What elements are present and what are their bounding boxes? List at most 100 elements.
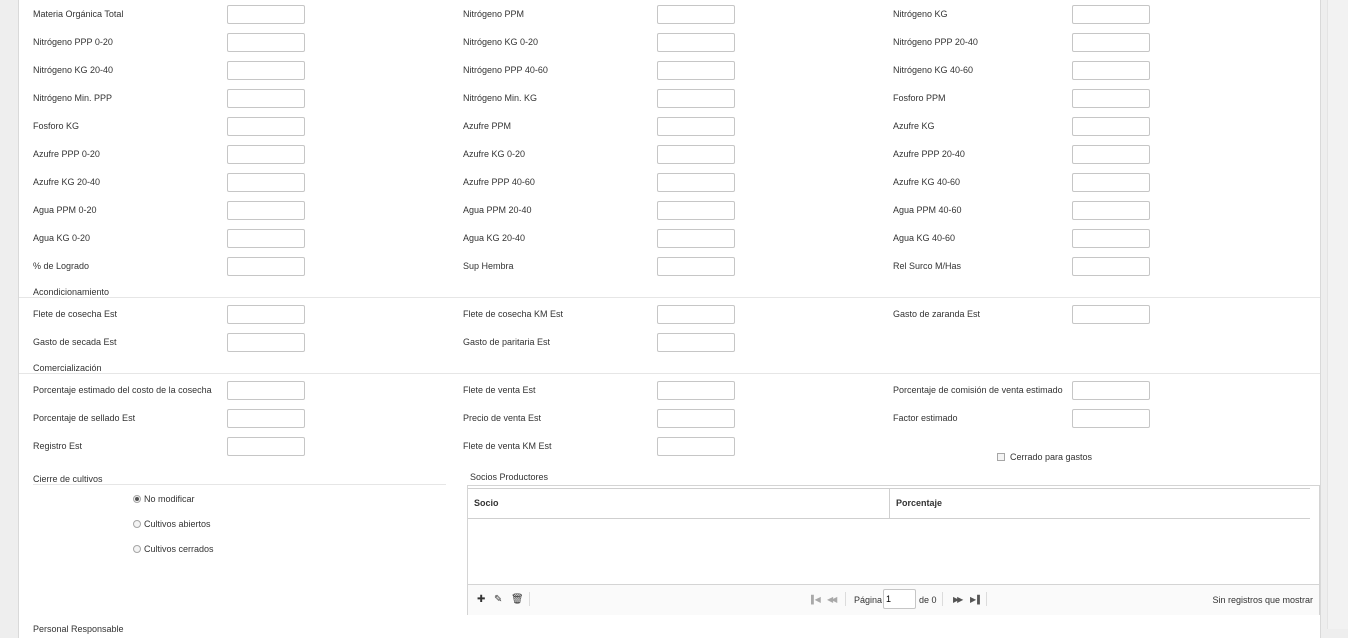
radio-cultivos-abiertos[interactable]: Cultivos abiertos — [133, 517, 211, 531]
cerrado-gastos-checkbox[interactable]: Cerrado para gastos — [997, 451, 1092, 463]
field-label: Sup Hembra — [463, 261, 514, 271]
precio-de-venta-est-input[interactable] — [657, 409, 735, 428]
flete-de-venta-est-input[interactable] — [657, 381, 735, 400]
azufre-kg-20-40-input[interactable] — [227, 173, 305, 192]
field-sup-hembra: Sup Hembra — [449, 250, 879, 278]
flete-de-venta-km-est-input[interactable] — [657, 437, 735, 456]
field-nitrogeno-kg-20-40: Nitrógeno KG 20-40 — [19, 54, 449, 82]
first-page-icon[interactable]: ▌◀ — [811, 593, 821, 607]
field-flete-de-venta-est: Flete de venta Est — [449, 374, 879, 402]
field-fosforo-kg: Fosforo KG — [19, 110, 449, 138]
radio-button[interactable] — [133, 494, 141, 503]
nitrogeno-min-ppp-input[interactable] — [227, 89, 305, 108]
field-label: Materia Orgánica Total — [33, 9, 124, 19]
form-row: Porcentaje de sellado Est Precio de venta… — [19, 402, 1320, 430]
flete-de-cosecha-est-input[interactable] — [227, 305, 305, 324]
field-label: Flete de venta KM Est — [463, 441, 552, 451]
nitrogeno-ppp-0-20-input[interactable] — [227, 33, 305, 52]
agua-kg-0-20-input[interactable] — [227, 229, 305, 248]
agua-ppm-40-60-input[interactable] — [1072, 201, 1150, 220]
field-porcentaje-de-comision-de-venta-estimado: Porcentaje de comisión de venta estimado — [879, 374, 1309, 402]
agua-kg-20-40-input[interactable] — [657, 229, 735, 248]
de-logrado-input[interactable] — [227, 257, 305, 276]
materia-organica-total-input[interactable] — [227, 5, 305, 24]
page-scrollbar[interactable] — [1327, 0, 1348, 629]
checkbox-box[interactable] — [997, 452, 1005, 461]
next-page-icon[interactable]: ▶▶ — [953, 593, 963, 607]
rel-surco-m-has-input[interactable] — [1072, 257, 1150, 276]
gasto-de-paritaria-est-input[interactable] — [657, 333, 735, 352]
prev-page-icon[interactable]: ◀◀ — [827, 593, 837, 607]
field-azufre-kg-20-40: Azufre KG 20-40 — [19, 166, 449, 194]
field-label: Flete de cosecha Est — [33, 309, 118, 319]
add-icon[interactable]: ✚ — [477, 593, 485, 607]
azufre-ppp-20-40-input[interactable] — [1072, 145, 1150, 164]
pager-separator — [845, 592, 846, 606]
field-agua-kg-40-60: Agua KG 40-60 — [879, 222, 1309, 250]
azufre-ppp-0-20-input[interactable] — [227, 145, 305, 164]
sup-hembra-input[interactable] — [657, 257, 735, 276]
nitrogeno-ppm-input[interactable] — [657, 5, 735, 24]
nitrogeno-ppp-40-60-input[interactable] — [657, 61, 735, 80]
field-azufre-kg-40-60: Azufre KG 40-60 — [879, 166, 1309, 194]
field-agua-ppm-0-20: Agua PPM 0-20 — [19, 194, 449, 222]
radio-no-modificar[interactable]: No modificar — [133, 492, 195, 506]
field-label: Rel Surco M/Has — [893, 261, 962, 271]
azufre-ppp-40-60-input[interactable] — [657, 173, 735, 192]
field-label: Azufre KG 20-40 — [33, 177, 101, 187]
edit-icon[interactable]: ✎ — [494, 593, 502, 607]
page-count-label: de 0 — [919, 595, 937, 605]
agua-ppm-20-40-input[interactable] — [657, 201, 735, 220]
field-label: Nitrógeno KG 20-40 — [33, 65, 114, 75]
azufre-kg-0-20-input[interactable] — [657, 145, 735, 164]
nitrogeno-kg-40-60-input[interactable] — [1072, 61, 1150, 80]
azufre-kg-40-60-input[interactable] — [1072, 173, 1150, 192]
nitrogeno-ppp-20-40-input[interactable] — [1072, 33, 1150, 52]
delete-icon[interactable]: 🗑 — [511, 593, 524, 607]
porcentaje-estimado-del-costo-de-la-cosecha-input[interactable] — [227, 381, 305, 400]
radio-cultivos-cerrados[interactable]: Cultivos cerrados — [133, 542, 214, 556]
field-rel-surco-m-has: Rel Surco M/Has — [879, 250, 1309, 278]
field-flete-de-venta-km-est: Flete de venta KM Est — [449, 430, 879, 458]
form-row: Gasto de secada Est Gasto de paritaria Es… — [19, 326, 1320, 354]
form-row: Porcentaje estimado del costo de la cose… — [19, 374, 1320, 402]
page-number-input[interactable] — [883, 589, 916, 609]
field-agua-ppm-20-40: Agua PPM 20-40 — [449, 194, 879, 222]
form-row: Nitrógeno Min. PPP Nitrógeno Min. KG Fosfo… — [19, 82, 1320, 110]
gasto-de-zaranda-est-input[interactable] — [1072, 305, 1150, 324]
radio-button[interactable] — [133, 519, 141, 528]
column-header-porcentaje[interactable]: Porcentaje — [890, 489, 1310, 518]
flete-de-cosecha-km-est-input[interactable] — [657, 305, 735, 324]
radio-button[interactable] — [133, 544, 141, 553]
form-row: % de Logrado Sup Hembra Rel Surco M/Has — [19, 250, 1320, 278]
section-divider — [33, 484, 446, 485]
field-label: Gasto de secada Est — [33, 337, 117, 347]
azufre-kg-input[interactable] — [1072, 117, 1150, 136]
agua-kg-40-60-input[interactable] — [1072, 229, 1150, 248]
radio-label: No modificar — [144, 494, 195, 504]
porcentaje-de-sellado-est-input[interactable] — [227, 409, 305, 428]
azufre-ppm-input[interactable] — [657, 117, 735, 136]
field-nitrogeno-min-kg: Nitrógeno Min. KG — [449, 82, 879, 110]
grid-pager: ✚ ✎ 🗑 ▌◀ ◀◀ Página de 0 ▶▶ ▶▐ Sin regist… — [468, 584, 1319, 615]
field-label: Porcentaje estimado del costo de la cose… — [33, 385, 212, 395]
field-label: Fosforo PPM — [893, 93, 946, 103]
socios-productores-title: Socios Productores — [470, 472, 549, 482]
registro-est-input[interactable] — [227, 437, 305, 456]
nitrogeno-kg-input[interactable] — [1072, 5, 1150, 24]
porcentaje-de-comision-de-venta-estimado-input[interactable] — [1072, 381, 1150, 400]
agua-ppm-0-20-input[interactable] — [227, 201, 305, 220]
nitrogeno-kg-20-40-input[interactable] — [227, 61, 305, 80]
fosforo-kg-input[interactable] — [227, 117, 305, 136]
field-label: Nitrógeno Min. KG — [463, 93, 538, 103]
last-page-icon[interactable]: ▶▐ — [970, 593, 980, 607]
column-header-socio[interactable]: Socio — [468, 489, 890, 518]
field-label: Gasto de paritaria Est — [463, 337, 551, 347]
form-row: Agua PPM 0-20 Agua PPM 20-40 Agua PPM 40-6… — [19, 194, 1320, 222]
nitrogeno-min-kg-input[interactable] — [657, 89, 735, 108]
personal-responsable-title: Personal Responsable — [33, 624, 124, 634]
gasto-de-secada-est-input[interactable] — [227, 333, 305, 352]
nitrogeno-kg-0-20-input[interactable] — [657, 33, 735, 52]
factor-estimado-input[interactable] — [1072, 409, 1150, 428]
fosforo-ppm-input[interactable] — [1072, 89, 1150, 108]
